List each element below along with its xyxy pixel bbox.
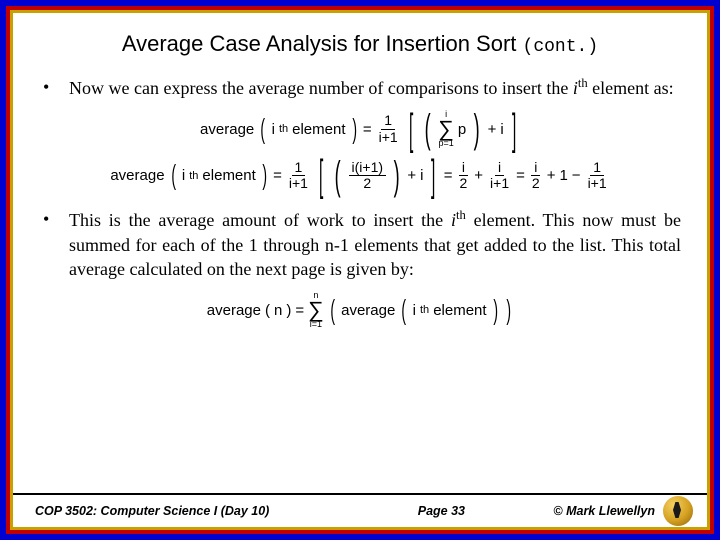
f3-avg2: average [341,302,395,319]
f-el: element [292,121,345,138]
f2-fi: i [459,160,468,176]
f2-pl3: + [547,167,556,184]
footer-page: Page 33 [269,504,553,518]
f2-eq3: = [516,167,525,184]
f-th: th [279,123,288,135]
f-1: 1 [381,113,395,129]
f2-1: 1 [292,160,306,176]
f-avg: average [200,121,254,138]
f-p: p [458,121,466,138]
bullet-2: • This is the average amount of work to … [39,207,681,281]
slide-border-outer: Average Case Analysis for Insertion Sort… [0,0,720,540]
f-eq: = [363,121,372,138]
f2-avg: average [110,167,164,184]
f2-eq: = [273,167,282,184]
bullet-marker-2: • [39,207,69,281]
formula-1: average(ith element) = 1i+1 [( i∑p=1 p )… [39,110,681,148]
b2-a: This is the average amount of work to in… [69,210,451,230]
b2-th: th [456,208,466,222]
footer-author: © Mark Llewellyn [553,504,655,518]
f3-n: n [274,302,282,319]
bullet1-pre: Now we can express the average number of… [69,78,573,98]
slide-title: Average Case Analysis for Insertion Sort… [39,31,681,57]
f2-fip: i+1 [487,176,512,191]
bullet-marker: • [39,75,69,100]
formula-2: average(ith element) = 1i+1 [( i(i+1)2 )… [39,158,681,193]
f2-ip1: i+1 [286,176,311,191]
f2-2: 2 [360,176,374,191]
f2-eq2: = [444,167,453,184]
f-ip1: i+1 [376,130,401,145]
bullet-2-text: This is the average amount of work to in… [69,207,681,281]
f2-f2: 2 [456,176,470,191]
f2-fi3: i [531,160,540,176]
f2-f22: 2 [529,176,543,191]
f2-fip2: i+1 [585,176,610,191]
f2-iip1: i(i+1) [349,160,387,176]
footer-course: COP 3502: Computer Science I (Day 10) [35,504,269,518]
f3-el: element [433,302,486,319]
bullet-1-text: Now we can express the average number of… [69,75,674,100]
title-cont: (cont.) [523,37,599,57]
slide-body: Average Case Analysis for Insertion Sort… [13,13,707,527]
formula-3: average(n) = n∑i=1 (average(ith element)… [39,291,681,329]
f-pl: + [488,121,497,138]
s3-bot: i=1 [310,320,322,329]
bullet-1: • Now we can express the average number … [39,75,681,100]
f2-el: element [202,167,255,184]
f2-o: 1 [559,167,567,184]
f2-th: th [189,170,198,182]
f2-o2: 1 [590,160,604,176]
ucf-logo-icon [663,496,693,526]
title-text: Average Case Analysis for Insertion Sort [122,31,517,56]
s-bot: p=1 [438,139,453,148]
f2-i2: i [420,167,423,184]
bullet1-th: th [578,76,588,90]
slide-border-inner: Average Case Analysis for Insertion Sort… [10,10,710,530]
f2-pl: + [407,167,416,184]
f3-i: i [413,302,416,319]
f3-eq: = [295,302,304,319]
f2-fi2: i [495,160,504,176]
f3-avg: average [207,302,261,319]
f-i: i [272,121,275,138]
f-i2: i [500,121,503,138]
f2-i: i [182,167,185,184]
slide-border-mid: Average Case Analysis for Insertion Sort… [6,6,714,534]
f2-mi: − [572,167,581,184]
f2-pl2: + [474,167,483,184]
f3-th: th [420,304,429,316]
bullet1-post: element as: [588,78,674,98]
slide-footer: COP 3502: Computer Science I (Day 10) Pa… [13,493,707,527]
